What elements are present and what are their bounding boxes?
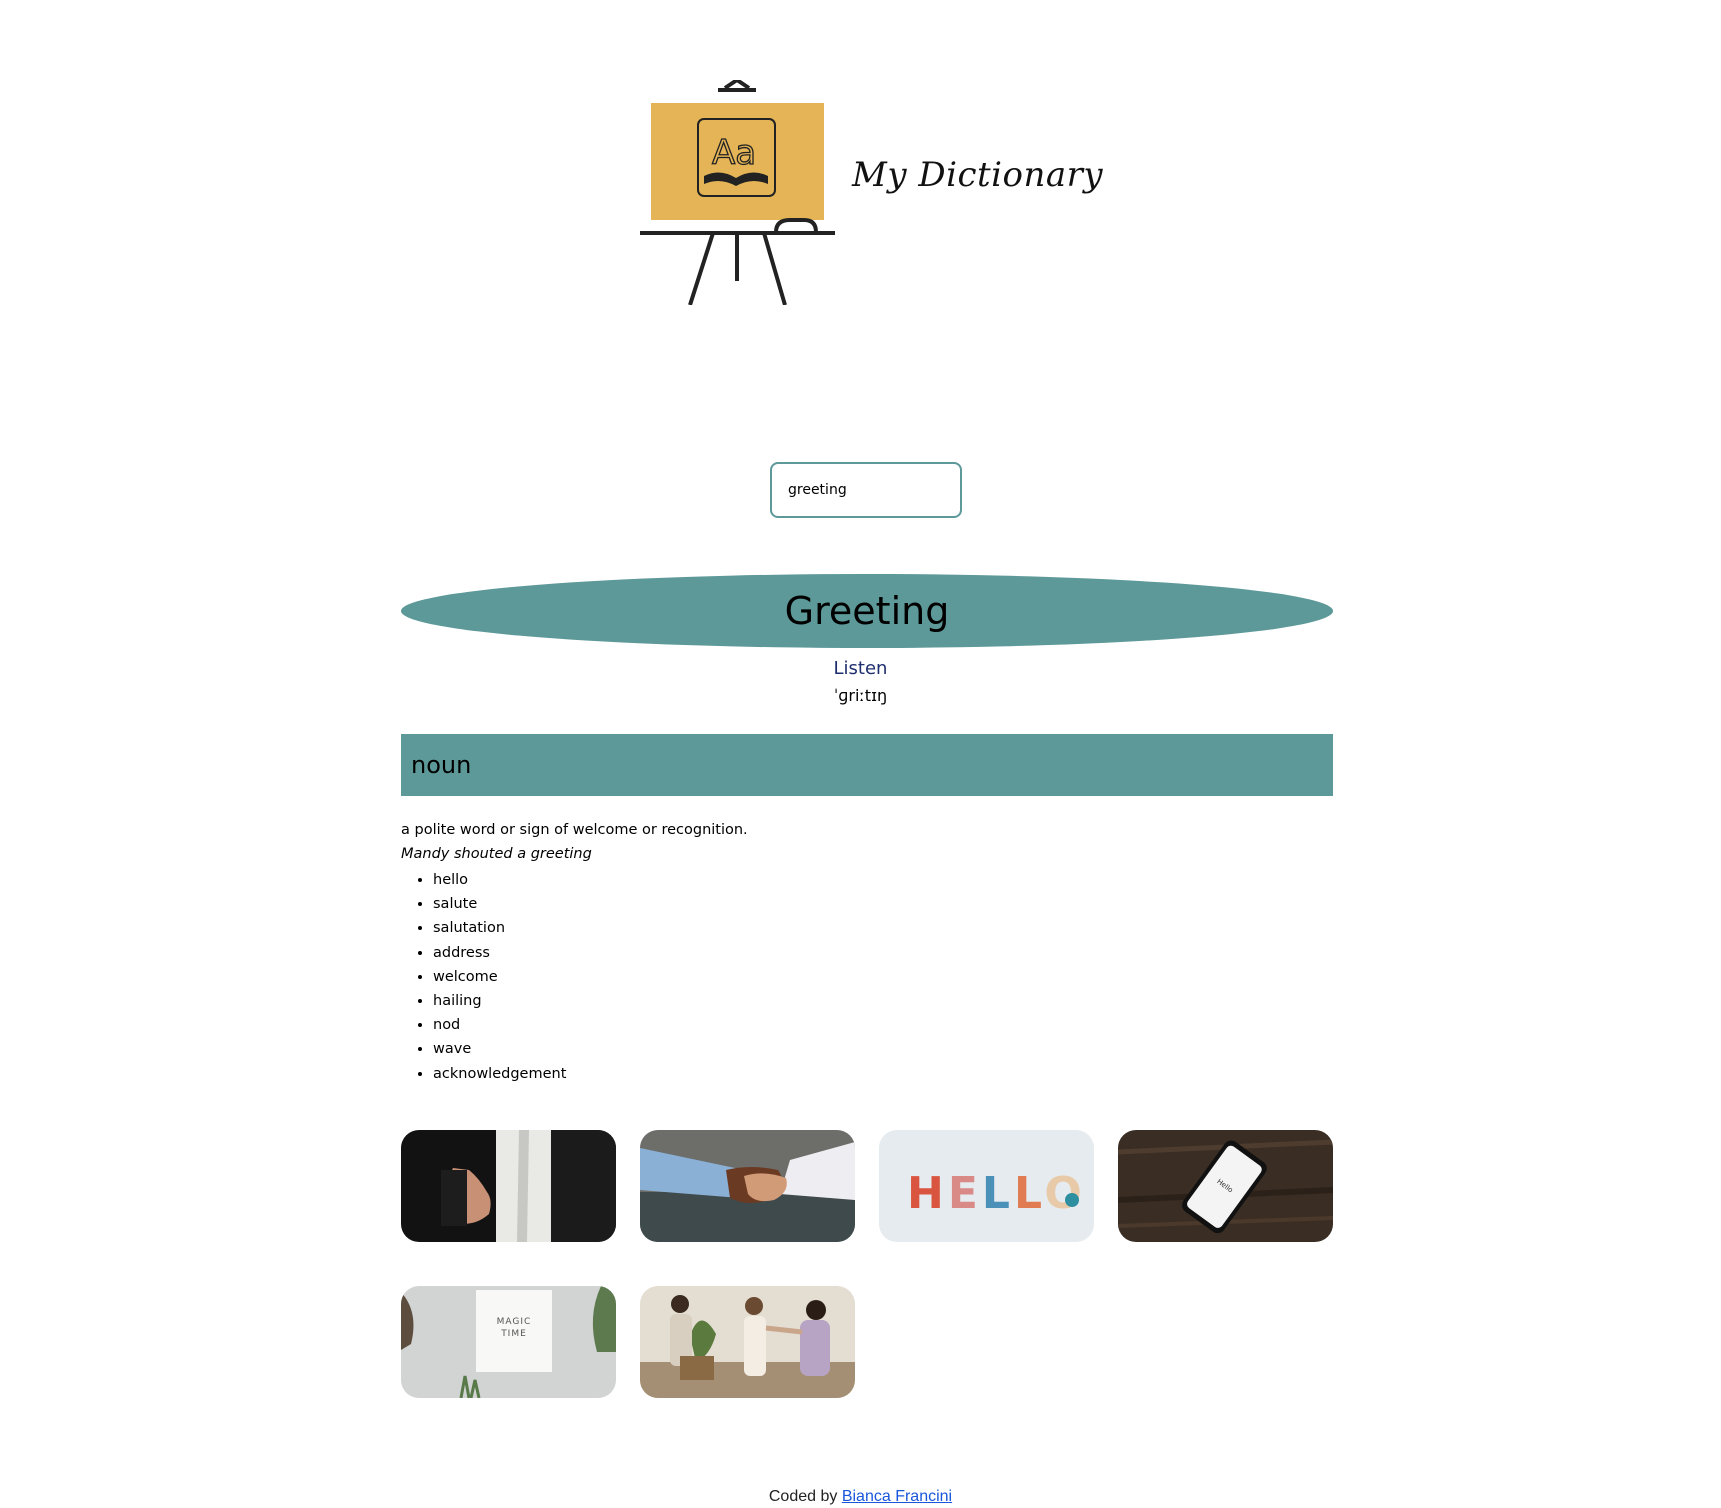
synonym-item: nod bbox=[433, 1013, 566, 1037]
photo-handshake[interactable] bbox=[640, 1130, 855, 1242]
author-link[interactable]: Bianca Francini bbox=[842, 1488, 952, 1505]
photo-women-greeting[interactable] bbox=[640, 1286, 855, 1398]
svg-text:Aa: Aa bbox=[712, 133, 756, 173]
footer: Coded by Bianca Francini bbox=[0, 1488, 1721, 1506]
search-input[interactable] bbox=[770, 462, 962, 518]
synonym-list: hello salute salutation address welcome … bbox=[401, 868, 566, 1086]
photo-smartphone[interactable]: Hello bbox=[1118, 1130, 1333, 1242]
word-heading: Greeting bbox=[401, 574, 1333, 648]
synonym-item: welcome bbox=[433, 965, 566, 989]
listen-link[interactable]: Listen bbox=[0, 658, 1721, 679]
example-text: Mandy shouted a greeting bbox=[401, 846, 592, 862]
svg-text:HELLO: HELLO bbox=[907, 1168, 1086, 1219]
photo-magic-time-card[interactable]: MAGIC TIME bbox=[401, 1286, 616, 1398]
synonym-item: acknowledgement bbox=[433, 1062, 566, 1086]
synonym-item: hello bbox=[433, 868, 566, 892]
synonym-item: hailing bbox=[433, 989, 566, 1013]
part-of-speech-heading: noun bbox=[401, 734, 1333, 796]
logo: Aa bbox=[640, 77, 835, 306]
definition-text: a polite word or sign of welcome or reco… bbox=[401, 822, 748, 838]
svg-text:TIME: TIME bbox=[500, 1329, 527, 1339]
phonetic-text: ˈɡriːtɪŋ bbox=[833, 686, 888, 705]
synonym-item: wave bbox=[433, 1037, 566, 1061]
photo-hello-letters[interactable]: HELLO bbox=[879, 1130, 1094, 1242]
synonym-item: address bbox=[433, 941, 566, 965]
synonym-item: salute bbox=[433, 892, 566, 916]
footer-prefix: Coded by bbox=[768, 1488, 838, 1505]
photo-hand-offered[interactable] bbox=[401, 1130, 616, 1242]
site-title: My Dictionary bbox=[852, 155, 1104, 195]
svg-text:MAGIC: MAGIC bbox=[497, 1317, 532, 1327]
synonym-item: salutation bbox=[433, 916, 566, 940]
dictionary-easel-icon: Aa bbox=[640, 77, 835, 306]
